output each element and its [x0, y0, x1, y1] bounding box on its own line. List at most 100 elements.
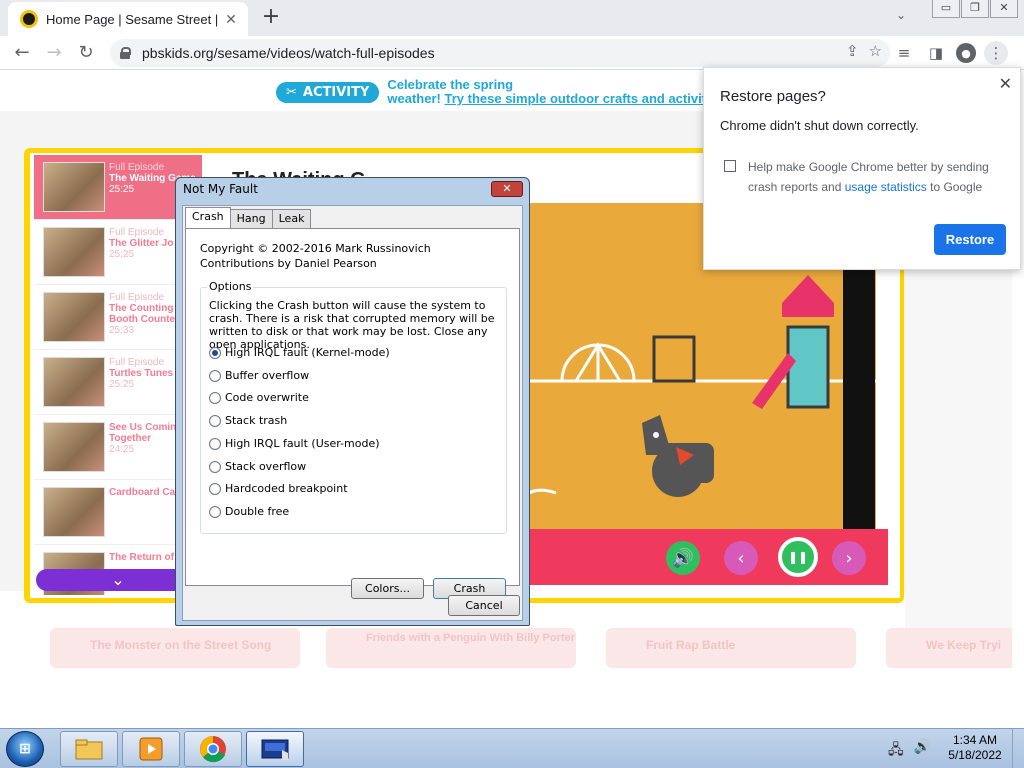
usage-statistics-link[interactable]: usage statistics — [845, 180, 927, 194]
banner-text: Celebrate the spring weather! Try these … — [387, 78, 709, 106]
folder-icon — [75, 739, 103, 760]
explorer-taskbar-button[interactable] — [60, 731, 118, 767]
radio-button-icon[interactable] — [209, 391, 221, 404]
related-video-item[interactable]: The Monster on the Street Song — [50, 628, 300, 668]
next-icon[interactable]: › — [832, 541, 866, 575]
show-desktop-button[interactable] — [1012, 729, 1024, 768]
crash-type-radio[interactable]: Stack overflow — [209, 460, 306, 473]
popup-close-icon[interactable]: ✕ — [999, 74, 1012, 94]
start-button[interactable]: ⊞ — [6, 731, 44, 767]
banner-line1: Celebrate the spring — [387, 77, 514, 92]
restore-button[interactable]: Restore — [934, 224, 1006, 255]
dialog-close-button[interactable]: ✕ — [491, 181, 523, 197]
tab-title: Home Page | Sesame Street | PBS — [46, 11, 222, 27]
activity-pill[interactable]: ✂ ACTIVITY — [276, 81, 380, 103]
radio-button-icon[interactable] — [209, 437, 221, 450]
crash-type-radio[interactable]: Code overwrite — [209, 391, 309, 404]
tab-search-chevron-icon[interactable]: ⌄ — [896, 8, 906, 22]
volume-icon[interactable]: 🔊 — [666, 541, 700, 575]
episode-type: Full Episode — [109, 357, 165, 368]
options-group: Options Clicking the Crash button will c… — [200, 280, 507, 534]
episode-thumbnail — [43, 357, 105, 407]
radio-button-icon[interactable] — [209, 369, 221, 382]
share-icon[interactable]: ⇪ — [846, 42, 859, 60]
crash-type-radio[interactable]: Double free — [209, 505, 289, 518]
popup-title: Restore pages? — [720, 88, 826, 105]
profile-avatar-icon[interactable]: ● — [956, 43, 976, 63]
taskbar-clock[interactable]: 1:34 AM 5/18/2022 — [940, 733, 1010, 763]
radio-button-icon[interactable] — [209, 505, 221, 518]
episode-thumbnail — [43, 292, 105, 342]
speaker-icon[interactable]: 🔊 — [914, 739, 931, 763]
radio-button-icon[interactable] — [209, 482, 221, 495]
crash-type-radio[interactable]: Hardcoded breakpoint — [209, 482, 348, 495]
dialog-body: Crash Hang Leak Copyright © 2002-2016 Ma… — [182, 205, 523, 621]
related-videos: The Monster on the Street Song Friends w… — [0, 628, 1024, 668]
episode-meta: Full Episode Turtles Tunes 25:25 — [109, 357, 173, 390]
close-window-button[interactable]: ✕ — [990, 0, 1018, 18]
radio-label: Stack trash — [225, 414, 288, 427]
side-panel-icon[interactable]: ◨ — [924, 41, 948, 65]
radio-button-icon[interactable] — [209, 414, 221, 427]
crash-type-radio[interactable]: High IRQL fault (User-mode) — [209, 437, 380, 450]
reload-icon[interactable]: ↻ — [74, 41, 98, 65]
chrome-menu-icon[interactable]: ⋮ — [984, 41, 1008, 65]
address-bar[interactable]: pbskids.org/sesame/videos/watch-full-epi… — [110, 39, 890, 67]
crash-warning: Clicking the Crash button will cause the… — [209, 299, 495, 351]
tab-hang[interactable]: Hang — [229, 209, 273, 228]
radio-label: Buffer overflow — [225, 369, 310, 382]
tab-close-icon[interactable]: ✕ — [222, 11, 240, 28]
colors-button[interactable]: Colors... — [351, 578, 424, 599]
crash-report-checkbox[interactable] — [724, 160, 736, 172]
radio-button-icon[interactable] — [209, 346, 221, 359]
related-video-item[interactable]: We Keep Tryi — [886, 628, 1016, 668]
episode-thumbnail — [43, 487, 105, 537]
checkbox-suffix: to Google — [930, 180, 983, 194]
chrome-icon — [200, 736, 226, 763]
popup-message: Chrome didn't shut down correctly. — [720, 118, 919, 133]
related-video-item[interactable]: Friends with a Penguin With Billy Porter — [326, 628, 576, 668]
cancel-button[interactable]: Cancel — [448, 595, 520, 616]
crash-report-label: Help make Google Chrome better by sendin… — [748, 157, 1008, 197]
banner-line2-prefix: weather! — [387, 91, 441, 106]
chrome-taskbar-button[interactable] — [184, 731, 242, 767]
episode-name: Turtles Tunes — [109, 368, 174, 379]
episode-duration: 25:25 — [109, 379, 135, 390]
media-player-taskbar-button[interactable] — [122, 731, 180, 767]
radio-button-icon[interactable] — [209, 460, 221, 473]
related-video-item[interactable]: Fruit Rap Battle — [606, 628, 856, 668]
maximize-button[interactable]: ❐ — [961, 0, 989, 18]
pause-icon[interactable]: ❚❚ — [778, 537, 818, 577]
restore-pages-popup: ✕ Restore pages? Chrome didn't shut down… — [703, 67, 1021, 270]
not-my-fault-dialog: Not My Fault ✕ Crash Hang Leak Copyright… — [175, 177, 530, 626]
copyright-block: Copyright © 2002-2016 Mark Russinovich C… — [200, 241, 431, 271]
forward-arrow-icon[interactable]: → — [42, 41, 66, 65]
url-text: pbskids.org/sesame/videos/watch-full-epi… — [142, 45, 435, 61]
crash-type-radio[interactable]: Stack trash — [209, 414, 287, 427]
bookmark-star-icon[interactable]: ☆ — [869, 42, 882, 60]
new-tab-button[interactable]: + — [258, 4, 284, 30]
browser-tab[interactable]: Home Page | Sesame Street | PBS ✕ — [8, 2, 248, 36]
side-thumbnails — [905, 251, 1024, 631]
previous-icon[interactable]: ‹ — [724, 541, 758, 575]
reading-list-icon[interactable]: ≡ — [892, 41, 916, 65]
radio-label: Hardcoded breakpoint — [225, 482, 348, 495]
network-icon[interactable]: 🖧 — [888, 739, 904, 763]
crash-type-radio[interactable]: Buffer overflow — [209, 369, 309, 382]
crash-tab-panel: Copyright © 2002-2016 Mark Russinovich C… — [185, 228, 520, 586]
dialog-title: Not My Fault — [183, 182, 258, 196]
banner-link[interactable]: Try these simple outdoor crafts and acti… — [445, 91, 710, 106]
activity-banner: ✂ ACTIVITY Celebrate the spring weather!… — [276, 78, 710, 106]
episode-name: The Glitter Jo — [109, 238, 174, 249]
notmyfault-taskbar-button[interactable] — [246, 731, 304, 767]
back-arrow-icon[interactable]: ← — [10, 41, 34, 65]
crash-type-radio[interactable]: High IRQL fault (Kernel-mode) — [209, 346, 390, 359]
pbs-favicon-icon — [20, 10, 38, 28]
activity-pill-label: ACTIVITY — [302, 84, 370, 100]
episode-thumbnail — [43, 422, 105, 472]
episode-thumbnail — [43, 227, 105, 277]
tab-crash[interactable]: Crash — [185, 207, 231, 228]
options-legend: Options — [207, 280, 254, 293]
minimize-button[interactable]: ▭ — [932, 0, 960, 18]
tab-leak[interactable]: Leak — [271, 209, 312, 228]
